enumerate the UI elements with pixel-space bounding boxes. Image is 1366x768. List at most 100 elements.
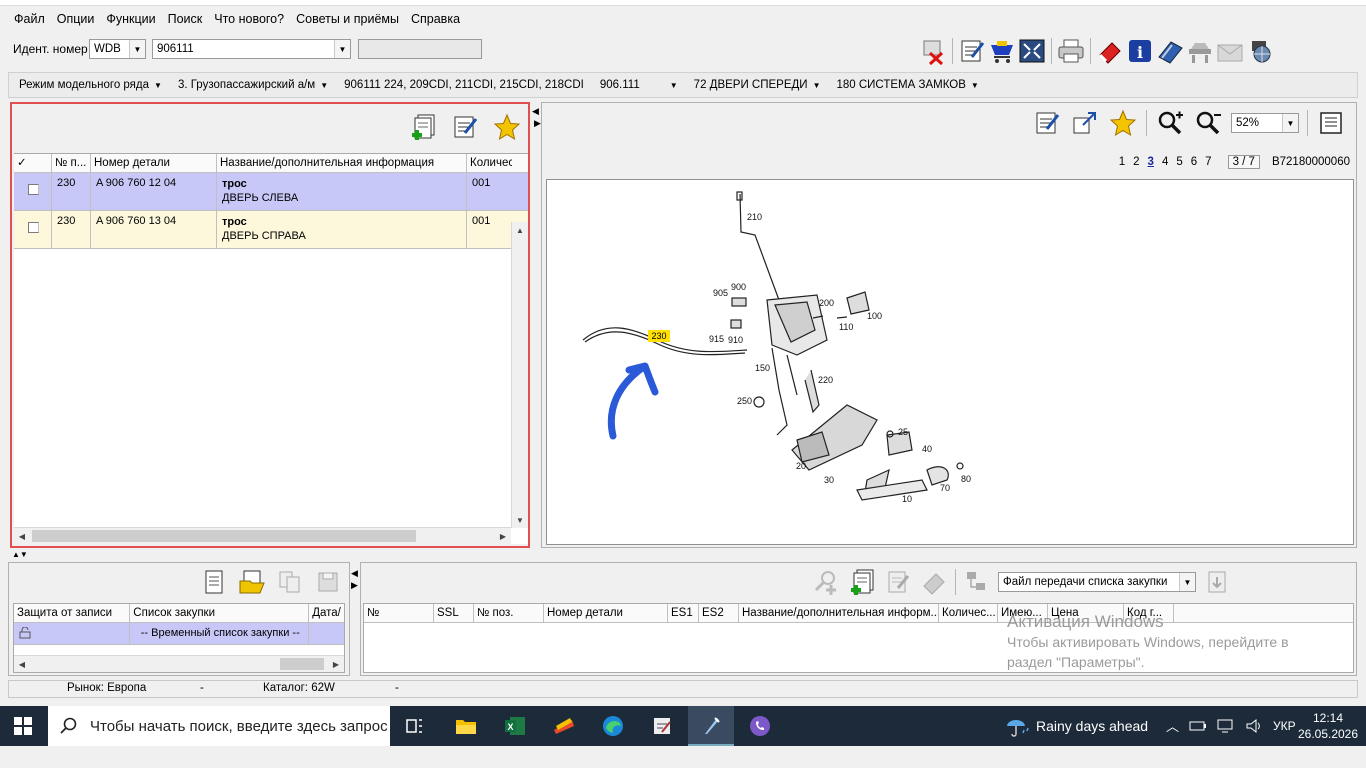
col-list-name[interactable]: Список закупки <box>130 604 310 622</box>
menu-help[interactable]: Справка <box>403 12 464 26</box>
scroll-thumb[interactable] <box>280 658 324 670</box>
col-date[interactable]: Дата/ <box>309 604 344 622</box>
add-order-item-button[interactable] <box>847 567 877 597</box>
menu-whats-new[interactable]: Что нового? <box>206 12 288 26</box>
col-ssl[interactable]: SSL <box>434 604 474 622</box>
table-row[interactable]: 230 A 906 760 12 04 трос ДВЕРЬ СЛЕВА 001 <box>14 173 528 211</box>
breadcrumb-vehicle-class[interactable]: 3. Грузопассажирский а/м ▼ <box>178 79 328 91</box>
zoom-out-button[interactable] <box>1193 108 1223 138</box>
row-checkbox[interactable] <box>28 222 39 233</box>
transfer-file-select[interactable]: Файл передачи списка закупки ▼ <box>998 572 1196 592</box>
basket-button[interactable] <box>987 36 1017 66</box>
split-arrows-icon[interactable]: ▲▼ <box>12 550 28 559</box>
col-part-number[interactable]: Номер детали <box>544 604 668 622</box>
fullscreen-button[interactable] <box>1017 36 1047 66</box>
zoom-in-button[interactable] <box>1155 108 1185 138</box>
start-button[interactable] <box>0 706 46 746</box>
viewer-favorite-button[interactable] <box>1108 108 1138 138</box>
expand-right-icon[interactable]: ▶ <box>351 580 358 591</box>
scroll-thumb[interactable] <box>32 530 416 542</box>
breadcrumb-model[interactable]: 906111 224, 209CDI, 211CDI, 215CDI, 218C… <box>344 79 584 91</box>
page-link-1[interactable]: 1 <box>1119 156 1125 168</box>
export-button[interactable] <box>1202 567 1232 597</box>
col-qty[interactable]: Количес... <box>939 604 998 622</box>
tray-chevron-up-icon[interactable]: ︿ <box>1166 716 1179 735</box>
col-check[interactable]: ✓ <box>14 154 52 172</box>
open-list-button[interactable] <box>237 567 267 597</box>
volume-icon[interactable] <box>1245 718 1263 734</box>
eraser-button[interactable] <box>1095 36 1125 66</box>
page-link-5[interactable]: 5 <box>1176 156 1182 168</box>
input-language[interactable]: УКР <box>1273 719 1296 733</box>
viewer-notes-button[interactable] <box>1032 108 1062 138</box>
page-link-7[interactable]: 7 <box>1205 156 1211 168</box>
mail-button[interactable] <box>1215 36 1245 66</box>
taskbar-clock[interactable]: 12:14 26.05.2026 <box>1296 710 1360 742</box>
notes-button[interactable] <box>957 36 987 66</box>
page-link-4[interactable]: 4 <box>1162 156 1168 168</box>
print-button[interactable] <box>1056 36 1086 66</box>
epc-active-button[interactable] <box>688 706 734 746</box>
parts-vertical-scrollbar[interactable]: ▲ ▼ <box>511 222 528 528</box>
page-link-6[interactable]: 6 <box>1191 156 1197 168</box>
page-link-2[interactable]: 2 <box>1133 156 1139 168</box>
excel-button[interactable]: X <box>492 706 538 746</box>
edge-button[interactable] <box>590 706 636 746</box>
save-list-button[interactable] <box>313 567 343 597</box>
viewer-list-button[interactable] <box>1316 108 1346 138</box>
app-button[interactable] <box>541 706 587 746</box>
col-write-protect[interactable]: Защита от записи <box>14 604 131 622</box>
scroll-left-icon[interactable]: ◀ <box>14 528 30 544</box>
zoom-select[interactable]: 52% ▼ <box>1231 113 1299 133</box>
collapse-left-icon[interactable]: ◀ <box>532 106 539 117</box>
app-button[interactable] <box>639 706 685 746</box>
task-view-button[interactable] <box>392 706 438 746</box>
breadcrumb-model-mode[interactable]: Режим модельного ряда ▼ <box>19 79 162 91</box>
scroll-right-icon[interactable]: ▶ <box>495 528 511 544</box>
parts-notes-button[interactable] <box>450 112 480 142</box>
col-es2[interactable]: ES2 <box>699 604 739 622</box>
col-name[interactable]: Название/дополнительная информация <box>217 154 467 172</box>
menu-tips[interactable]: Советы и приёмы <box>288 12 403 26</box>
breadcrumb-group[interactable]: 72 ДВЕРИ СПЕРЕДИ ▼ <box>694 79 821 91</box>
parts-favorite-button[interactable] <box>492 112 522 142</box>
scroll-down-icon[interactable]: ▼ <box>512 512 528 528</box>
info-button[interactable]: i <box>1125 36 1155 66</box>
shopping-horizontal-scrollbar[interactable]: ◀ ▶ <box>14 655 344 672</box>
col-position[interactable]: № поз. <box>474 604 544 622</box>
book-button[interactable] <box>1155 36 1185 66</box>
collapse-left-icon[interactable]: ◀ <box>351 568 358 579</box>
breadcrumb-type[interactable]: 906.111 ▼ <box>600 79 678 91</box>
battery-plug-icon[interactable] <box>1189 718 1207 734</box>
ident-number-combo[interactable]: 906111 ▼ <box>152 39 351 59</box>
delete-vehicle-button[interactable] <box>918 36 948 66</box>
col-qty[interactable]: Количес <box>467 154 512 172</box>
copy-list-button[interactable] <box>275 567 305 597</box>
breadcrumb-subgroup[interactable]: 180 СИСТЕМА ЗАМКОВ ▼ <box>836 79 978 91</box>
search-part-button[interactable] <box>811 567 841 597</box>
ident-extra-field[interactable] <box>358 39 482 59</box>
expand-right-icon[interactable]: ▶ <box>534 118 541 129</box>
file-explorer-button[interactable] <box>443 706 489 746</box>
edit-order-item-button[interactable] <box>883 567 913 597</box>
transfer-button[interactable] <box>962 567 992 597</box>
col-es1[interactable]: ES1 <box>668 604 699 622</box>
menu-functions[interactable]: Функции <box>98 12 159 26</box>
weather-widget[interactable]: Rainy days ahead <box>1004 715 1148 737</box>
col-name[interactable]: Название/дополнительная информ... <box>739 604 939 622</box>
col-number[interactable]: № <box>364 604 434 622</box>
col-pos[interactable]: № п... <box>52 154 91 172</box>
new-list-button[interactable] <box>199 567 229 597</box>
car-lift-button[interactable] <box>1185 36 1215 66</box>
table-row[interactable]: -- Временный список закупки -- <box>14 623 344 645</box>
scroll-right-icon[interactable]: ▶ <box>328 656 344 672</box>
menu-file[interactable]: Файл <box>6 12 49 26</box>
ident-prefix-select[interactable]: WDB ▼ <box>89 39 146 59</box>
scroll-left-icon[interactable]: ◀ <box>14 656 30 672</box>
row-checkbox[interactable] <box>28 184 39 195</box>
taskbar-search-box[interactable]: Чтобы начать поиск, введите здесь запрос <box>48 706 390 746</box>
online-button[interactable] <box>1245 36 1275 66</box>
scroll-up-icon[interactable]: ▲ <box>512 222 528 238</box>
add-to-basket-button[interactable] <box>408 112 438 142</box>
menu-search[interactable]: Поиск <box>160 12 207 26</box>
